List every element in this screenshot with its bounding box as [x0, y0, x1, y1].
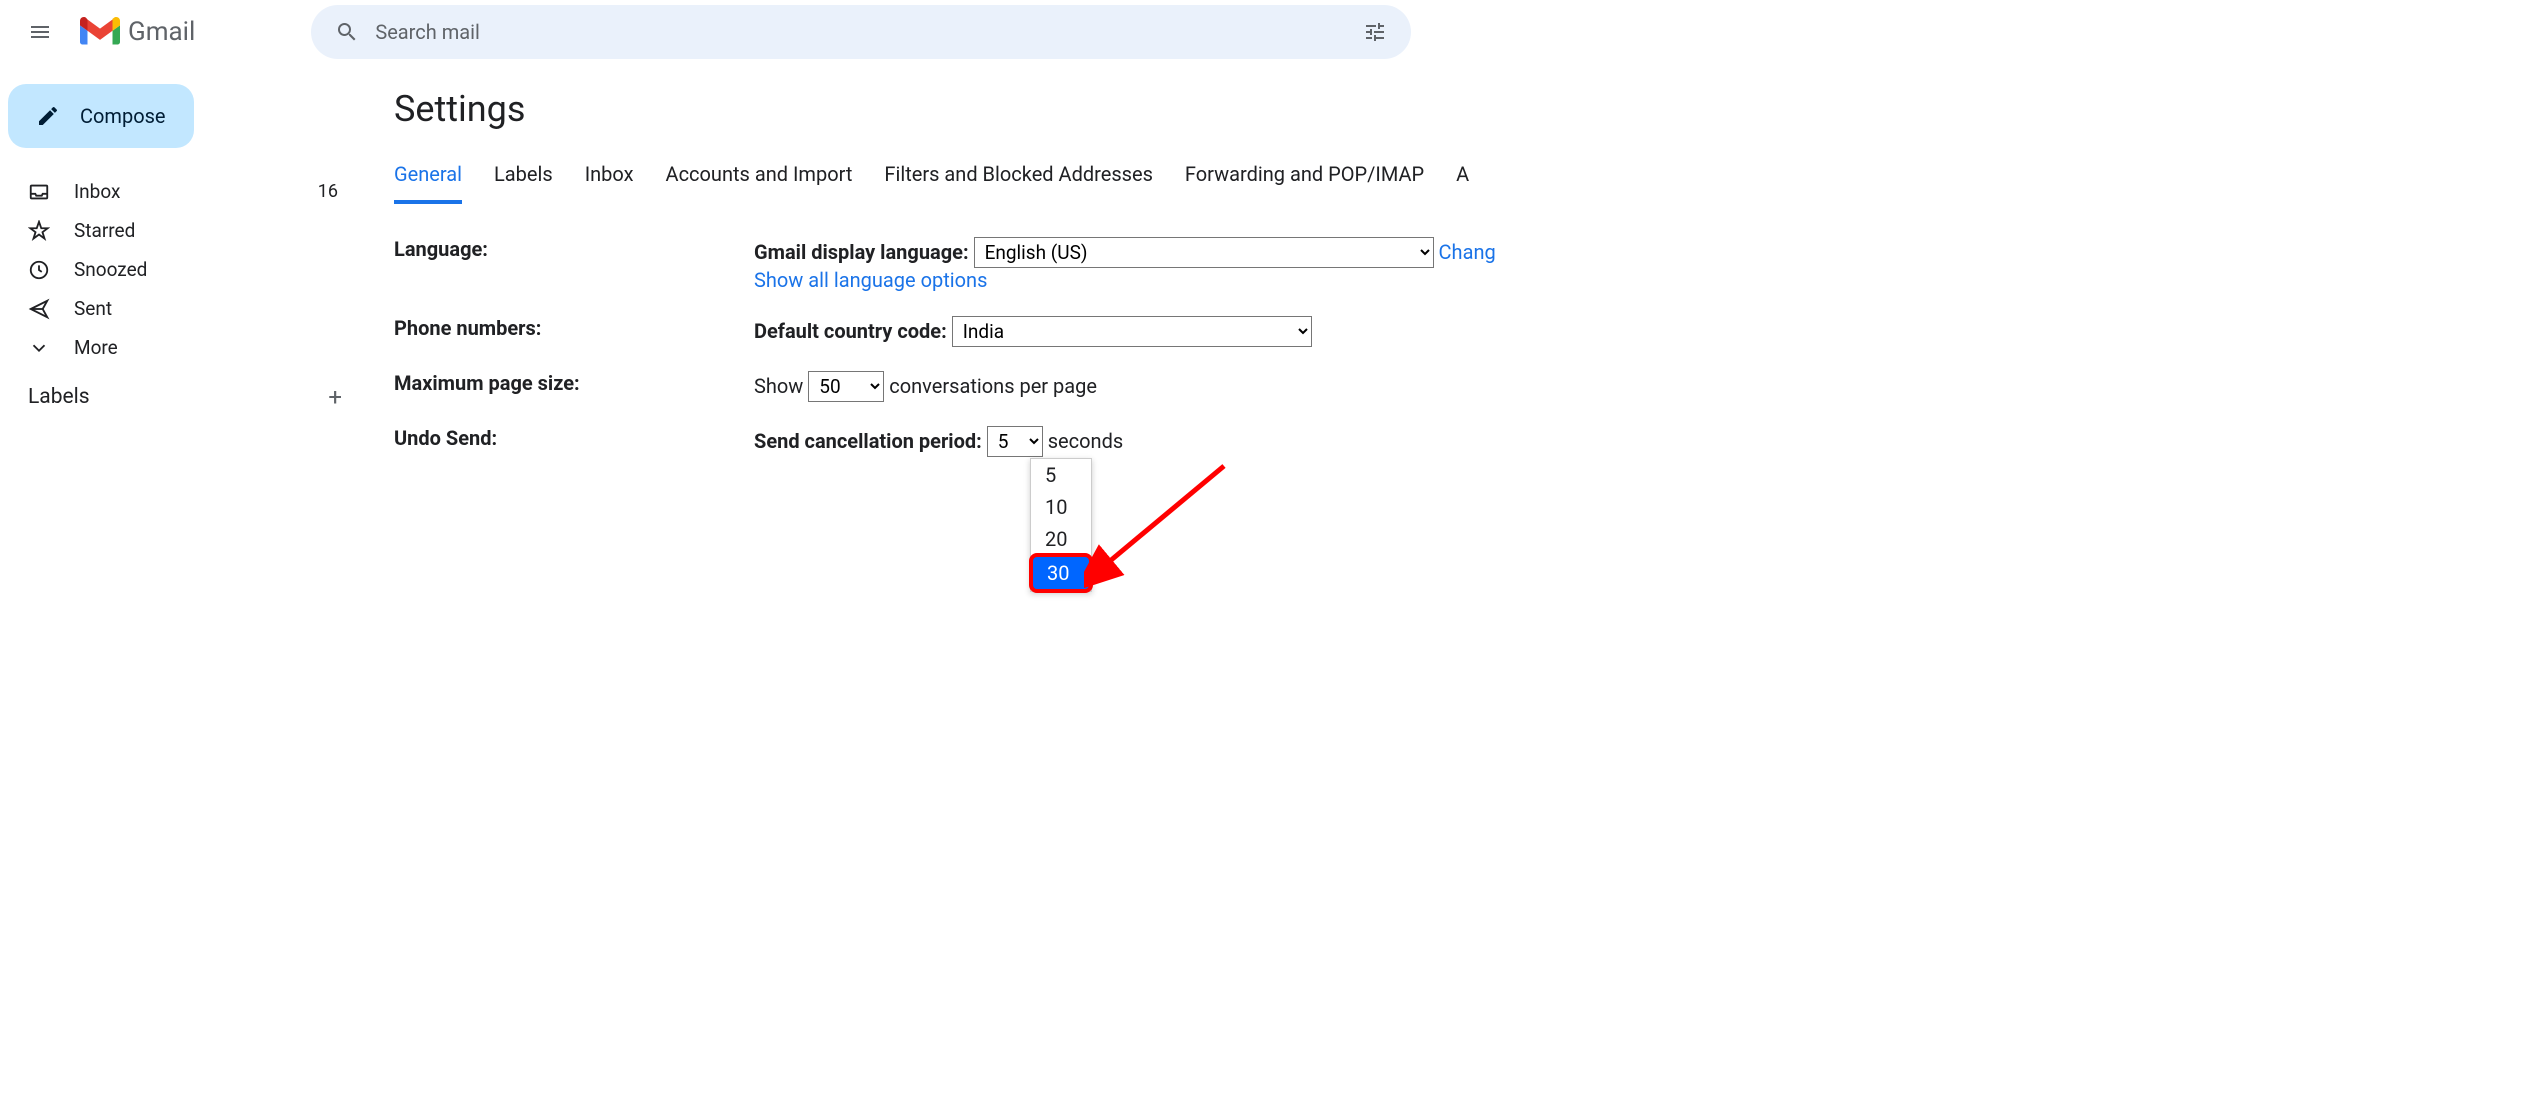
search-options-button[interactable] [1355, 20, 1395, 44]
sidebar-item-more[interactable]: More [0, 328, 354, 367]
language-label: Language: [394, 237, 754, 292]
change-language-link[interactable]: Chang [1439, 240, 1496, 264]
send-icon [28, 298, 50, 320]
hamburger-icon [28, 20, 52, 44]
labels-title: Labels [28, 385, 90, 409]
undo-suffix: seconds [1048, 429, 1123, 453]
gmail-logo-icon [80, 16, 120, 48]
show-prefix: Show [754, 374, 803, 398]
sidebar: Compose Inbox 16 Starred Snoozed Sent Mo… [0, 64, 370, 1094]
labels-section-header: Labels + [0, 367, 370, 419]
setting-pagesize-row: Maximum page size: Show 50 conversations… [394, 359, 2534, 414]
setting-language-row: Language: Gmail display language: Englis… [394, 225, 2534, 304]
cancellation-period-label: Send cancellation period: [754, 429, 982, 453]
app-header: Gmail [0, 0, 2534, 64]
add-label-button[interactable]: + [328, 383, 342, 411]
undo-option-30[interactable]: 30 [1029, 553, 1093, 593]
phone-label: Phone numbers: [394, 316, 754, 347]
search-bar[interactable] [311, 5, 1411, 59]
chevron-down-icon [28, 337, 50, 359]
pagesize-label: Maximum page size: [394, 371, 754, 402]
main-area: Compose Inbox 16 Starred Snoozed Sent Mo… [0, 64, 2534, 1094]
country-code-label: Default country code: [754, 319, 947, 343]
tab-accounts[interactable]: Accounts and Import [666, 154, 853, 204]
tab-forwarding[interactable]: Forwarding and POP/IMAP [1185, 154, 1424, 204]
search-input[interactable] [367, 20, 1355, 44]
star-icon [28, 220, 50, 242]
pagesize-suffix: conversations per page [889, 374, 1097, 398]
sidebar-item-label: Starred [74, 219, 135, 242]
gmail-wordmark: Gmail [128, 17, 195, 47]
compose-button[interactable]: Compose [8, 84, 194, 148]
undo-option-20[interactable]: 20 [1031, 523, 1091, 555]
setting-phone-row: Phone numbers: Default country code: Ind… [394, 304, 2534, 359]
undo-label: Undo Send: [394, 426, 754, 457]
undo-send-dropdown-panel: 5 10 20 30 [1030, 458, 1092, 592]
tab-filters[interactable]: Filters and Blocked Addresses [884, 154, 1153, 204]
undo-send-select[interactable]: 5 [987, 426, 1043, 457]
inbox-count: 16 [318, 181, 338, 202]
sidebar-item-sent[interactable]: Sent [0, 289, 354, 328]
show-all-languages-link[interactable]: Show all language options [754, 268, 987, 292]
language-select[interactable]: English (US) [974, 237, 1434, 268]
compose-label: Compose [80, 104, 166, 128]
sidebar-item-inbox[interactable]: Inbox 16 [0, 172, 354, 211]
sidebar-item-starred[interactable]: Starred [0, 211, 354, 250]
annotation-arrow-icon [1084, 456, 1244, 596]
sidebar-item-label: Inbox [74, 180, 120, 203]
page-title: Settings [394, 88, 2534, 130]
sidebar-item-snoozed[interactable]: Snoozed [0, 250, 354, 289]
pencil-icon [36, 104, 60, 128]
search-icon[interactable] [327, 20, 367, 44]
tab-cutoff[interactable]: A [1456, 154, 1469, 204]
settings-content: Settings General Labels Inbox Accounts a… [370, 64, 2534, 1094]
sidebar-item-label: More [74, 336, 118, 359]
country-code-select[interactable]: India [952, 316, 1312, 347]
sidebar-item-label: Sent [74, 297, 112, 320]
inbox-icon [28, 181, 50, 203]
undo-option-10[interactable]: 10 [1031, 491, 1091, 523]
gmail-logo-area[interactable]: Gmail [80, 16, 195, 48]
setting-undo-row: Undo Send: Send cancellation period: 5 s… [394, 414, 2534, 469]
tune-icon [1363, 20, 1387, 44]
tab-general[interactable]: General [394, 154, 462, 204]
tab-labels[interactable]: Labels [494, 154, 553, 204]
undo-option-5[interactable]: 5 [1031, 459, 1091, 491]
tab-inbox[interactable]: Inbox [585, 154, 634, 204]
settings-tabs: General Labels Inbox Accounts and Import… [394, 154, 2534, 205]
pagesize-select[interactable]: 50 [808, 371, 884, 402]
clock-icon [28, 259, 50, 281]
main-menu-button[interactable] [16, 8, 64, 56]
sidebar-item-label: Snoozed [74, 258, 147, 281]
display-language-label: Gmail display language: [754, 240, 969, 264]
